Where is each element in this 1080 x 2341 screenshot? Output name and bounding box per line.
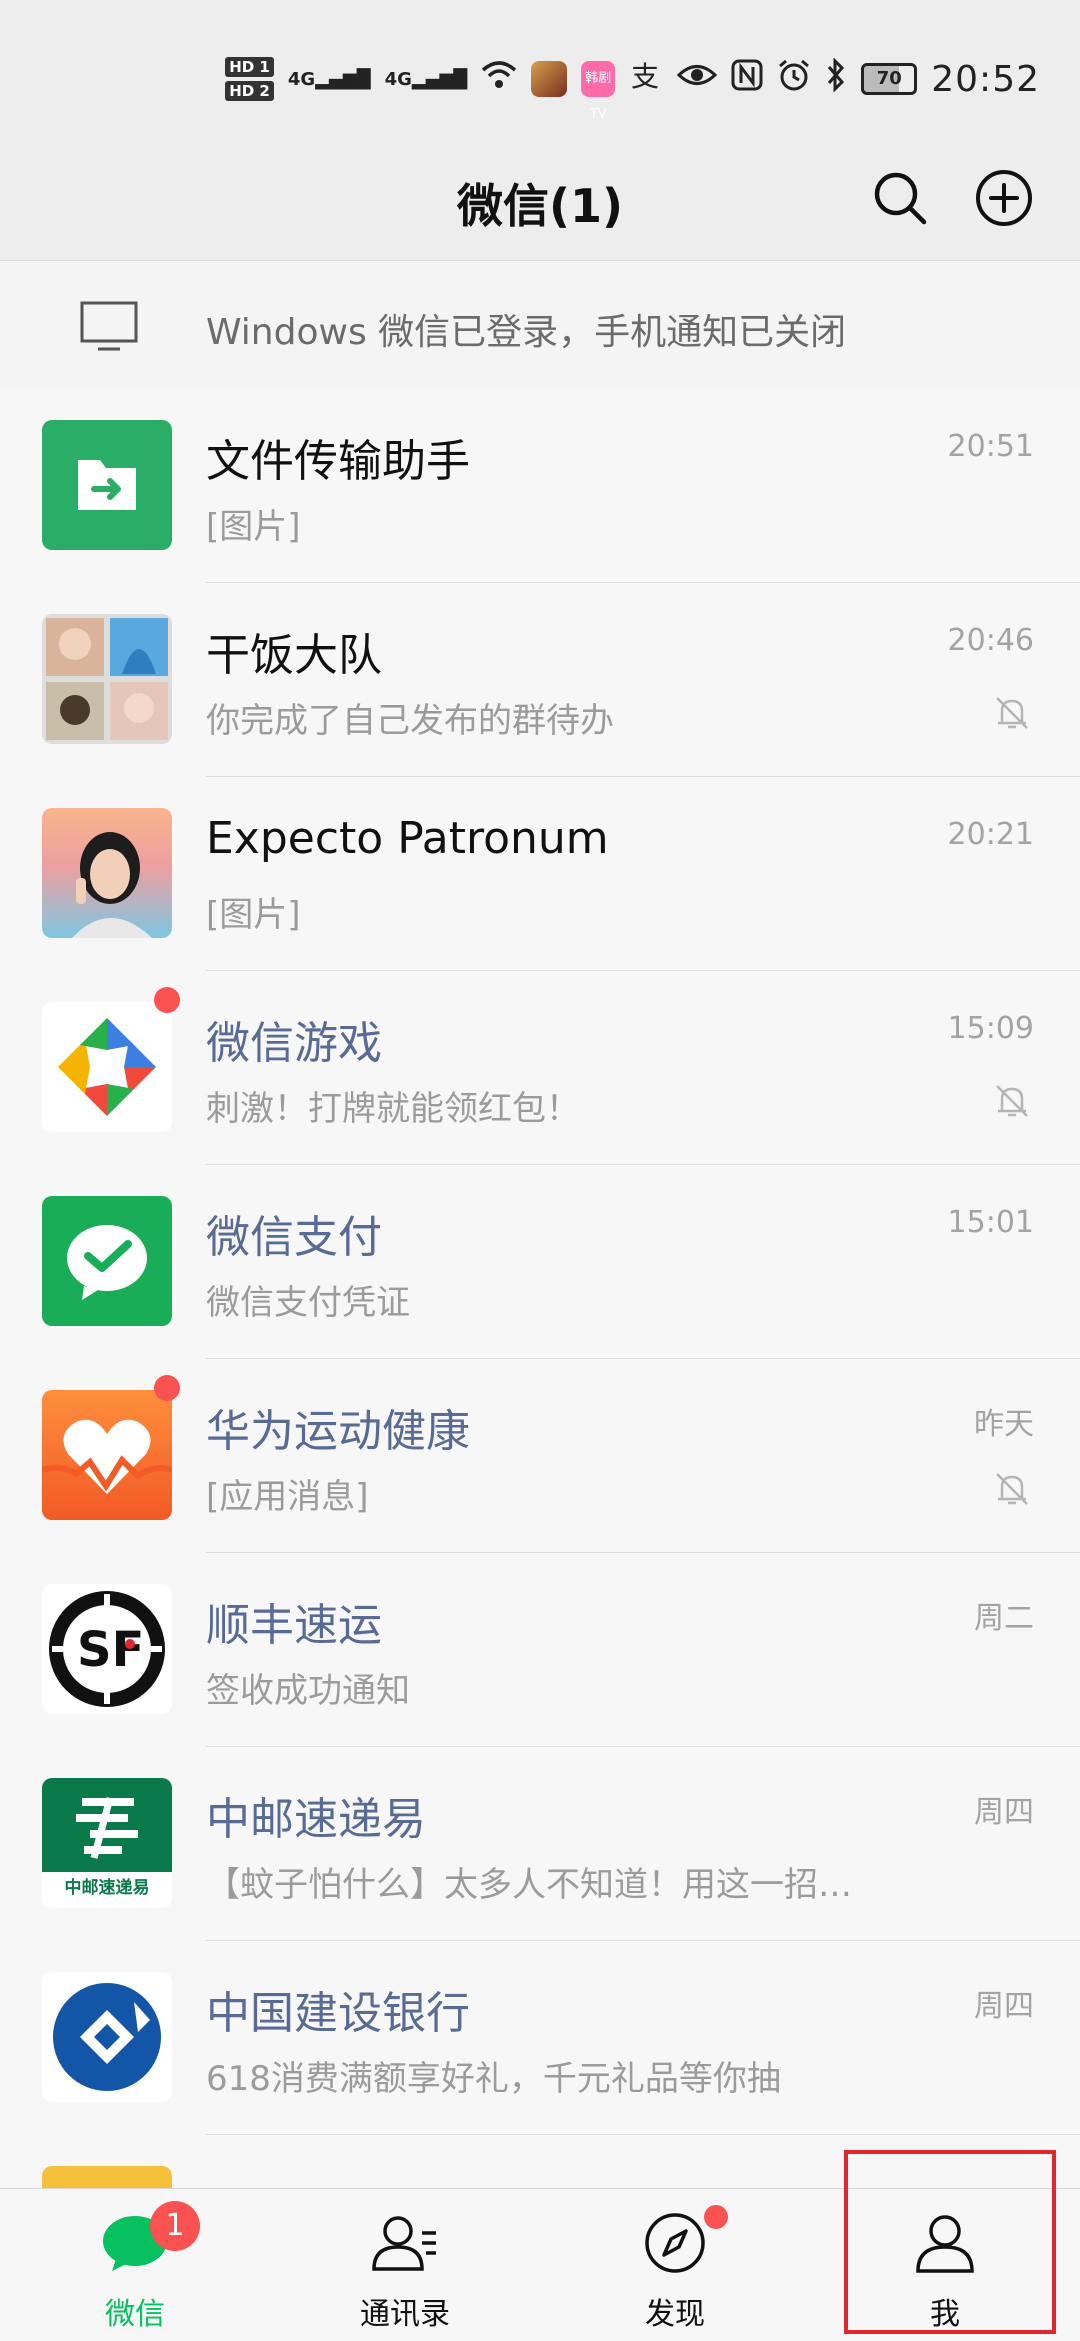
hd1-label: HD 1 [225,57,274,77]
china-post-icon: 中邮速递易 [42,1778,172,1908]
china-post-logo-text: 中邮速递易 [65,1877,150,1898]
compass-icon [645,2213,705,2273]
unread-dot [154,1375,180,1401]
chat-time: 昨天 [974,1407,1034,1442]
signal1-label: 4G [287,68,316,90]
status-icons: HD 1 HD 2 4G▂▄▆█ 4G▂▄▆█ 韩剧TV 支 70 20:52 [225,52,1040,122]
svg-text:SF: SF [77,1622,144,1678]
tab-contacts[interactable]: 通讯录 [270,2189,540,2341]
signal-icon: 4G▂▄▆█ [287,68,371,90]
chat-time: 15:01 [947,1205,1034,1240]
discover-dot [704,2205,728,2229]
app-header: 微信(1) [0,140,1080,260]
plus-circle-icon [976,170,1032,226]
chat-list: 文件传输助手 [图片] 20:51 干饭大队 你完成了自己发布的群待办 20:4… [0,389,1080,2329]
mute-bell-icon [996,1473,1028,1505]
chat-time: 20:46 [947,623,1034,658]
mute-bell-icon [996,697,1028,729]
chat-name: 顺丰速运 [206,1600,382,1651]
tv-app-icon: 韩剧TV [581,61,616,122]
unread-dot [154,987,180,1013]
game-app-icon [531,61,568,97]
chat-name: 干饭大队 [206,630,382,681]
ccb-icon [42,1972,172,2102]
chat-preview: 刺激！打牌就能领红包！ [206,1089,580,1129]
add-button[interactable] [972,166,1036,230]
chat-preview: [应用消息] [206,1477,369,1517]
chat-time: 周二 [974,1601,1034,1636]
chat-preview: 【蚊子怕什么】太多人不知道！用这一招… [206,1865,852,1905]
tab-me[interactable]: 我 [810,2189,1080,2341]
chat-time: 20:21 [947,817,1034,852]
bluetooth-icon [825,56,847,101]
tab-label: 微信 [105,2297,165,2332]
wechat-pay-icon [42,1196,172,1326]
nfc-icon [731,59,763,100]
tab-label: 我 [930,2297,960,2332]
group-avatar [42,614,172,744]
signal2-label: 4G [384,68,412,90]
chat-name: 华为运动健康 [206,1406,470,1457]
chat-name: 中国建设银行 [206,1988,470,2039]
chat-item-person[interactable]: Expecto Patronum [图片] 20:21 [0,777,1080,971]
alarm-icon [777,58,811,101]
chat-name: 微信支付 [206,1212,382,1263]
eye-icon [677,59,718,99]
chat-preview: 618消费满额享好礼，千元礼品等你抽 [206,2059,781,2099]
bottom-nav: 1 微信 通讯录 发现 我 [0,2188,1080,2341]
monitor-icon [80,301,138,351]
svg-text:支: 支 [631,60,659,92]
clock: 20:52 [931,58,1040,100]
sf-express-icon: SF [42,1584,172,1714]
chat-name: 微信游戏 [206,1018,382,1069]
status-bar: HD 1 HD 2 4G▂▄▆█ 4G▂▄▆█ 韩剧TV 支 70 20:52 [0,0,1080,140]
chat-preview: [图片] [206,507,301,547]
chat-name: 中邮速递易 [206,1794,426,1845]
file-transfer-icon [42,420,172,550]
signal2-icon: 4G▂▄▆█ [384,68,468,90]
tab-label: 通讯录 [360,2297,450,2332]
hd2-label: HD 2 [225,81,274,101]
chat-item-wechat-pay[interactable]: 微信支付 微信支付凭证 15:01 [0,1165,1080,1359]
chat-name: 文件传输助手 [206,436,470,487]
chat-preview: 签收成功通知 [206,1671,410,1711]
chat-preview: [图片] [206,895,301,935]
search-icon [874,172,927,225]
desktop-login-banner[interactable]: Windows 微信已登录，手机通知已关闭 [0,260,1080,390]
chat-item-huawei-health[interactable]: 华为运动健康 [应用消息] 昨天 [0,1359,1080,1553]
chat-preview: 微信支付凭证 [206,1283,410,1323]
chat-preview: 你完成了自己发布的群待办 [206,701,614,741]
alipay-icon: 支 [629,58,663,101]
chat-item-group[interactable]: 干饭大队 你完成了自己发布的群待办 20:46 [0,583,1080,777]
chat-item-china-post[interactable]: 中邮速递易 中邮速递易 【蚊子怕什么】太多人不知道！用这一招… 周四 [0,1747,1080,1941]
contacts-icon [372,2216,436,2271]
huawei-health-icon [42,1390,172,1520]
chat-item-sf-express[interactable]: SF 顺丰速运 签收成功通知 周二 [0,1553,1080,1747]
search-button[interactable] [868,166,932,230]
hd-indicator: HD 1 HD 2 [225,57,274,101]
chat-item-wechat-games[interactable]: 微信游戏 刺激！打牌就能领红包！ 15:09 [0,971,1080,1165]
login-banner-text: Windows 微信已登录，手机通知已关闭 [206,312,847,353]
chat-item-file-transfer[interactable]: 文件传输助手 [图片] 20:51 [0,389,1080,583]
wechat-games-icon [42,1002,172,1132]
unread-badge: 1 [150,2201,200,2251]
wifi-icon [481,59,517,99]
chat-name: Expecto Patronum [206,813,609,864]
tab-chats[interactable]: 1 微信 [0,2189,270,2341]
person-icon [916,2215,974,2273]
chat-time: 周四 [974,1795,1034,1830]
chat-item-ccb[interactable]: 中国建设银行 618消费满额享好礼，千元礼品等你抽 周四 [0,1941,1080,2135]
mute-bell-icon [996,1085,1028,1117]
battery-icon: 70 [861,63,918,95]
tab-label: 发现 [645,2297,705,2332]
chat-time: 周四 [974,1989,1034,2024]
person-avatar [42,808,172,938]
chat-time: 20:51 [947,429,1034,464]
tab-discover[interactable]: 发现 [540,2189,810,2341]
chat-time: 15:09 [947,1011,1034,1046]
